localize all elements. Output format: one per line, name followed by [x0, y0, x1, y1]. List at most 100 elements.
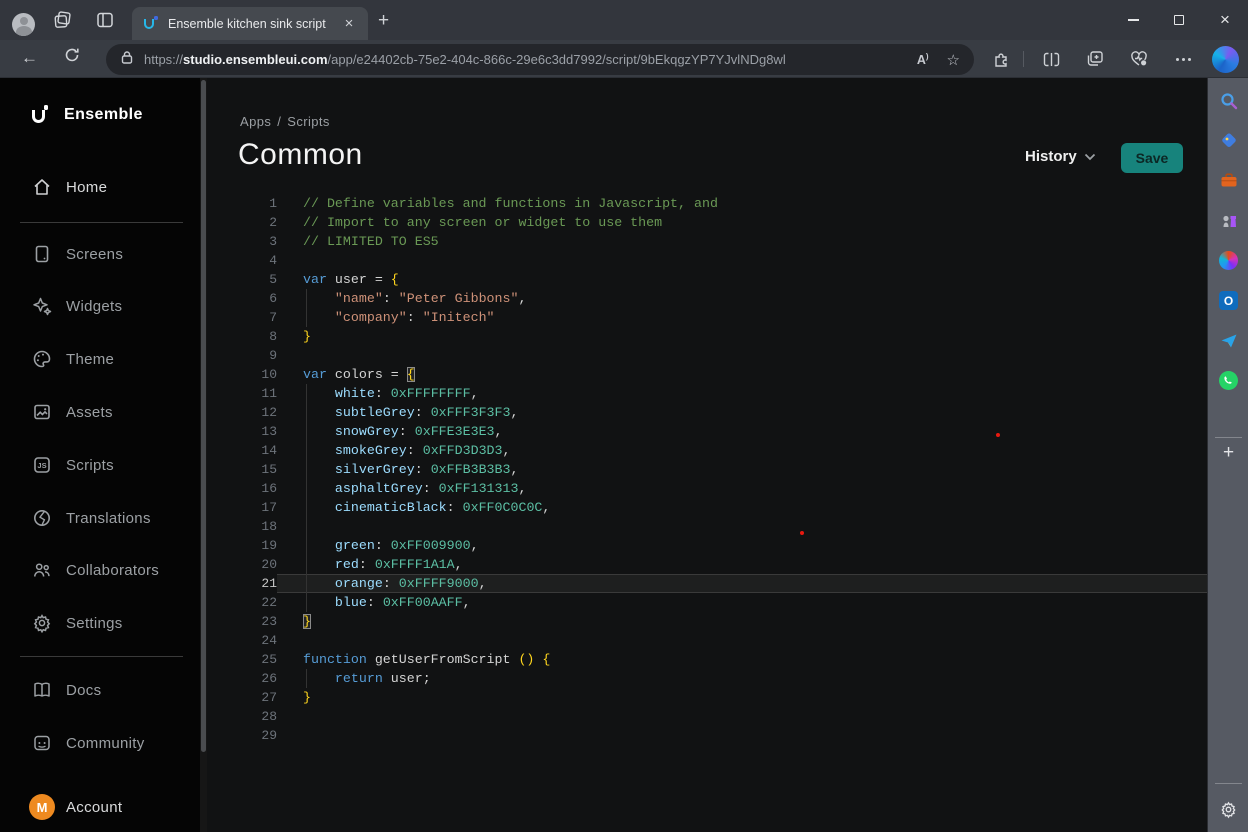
sidebar-scrollbar[interactable] [200, 78, 207, 832]
code-line[interactable]: 4 [207, 251, 1207, 270]
code-line[interactable]: 29 [207, 726, 1207, 745]
code-line[interactable]: 13 snowGrey: 0xFFE3E3E3, [207, 422, 1207, 441]
sidebar-item-theme[interactable]: Theme [0, 346, 200, 372]
code-line[interactable]: 14 smokeGrey: 0xFFD3D3D3, [207, 441, 1207, 460]
extensions-icon[interactable] [990, 47, 1014, 71]
sidebar-brand[interactable]: Ensemble [0, 102, 200, 128]
code-line[interactable]: 26 return user; [207, 669, 1207, 688]
code-line[interactable]: 12 subtleGrey: 0xFFF3F3F3, [207, 403, 1207, 422]
code-editor[interactable]: 1// Define variables and functions in Ja… [207, 194, 1207, 745]
sidebar-add-icon[interactable]: + [1218, 442, 1239, 464]
read-aloud-icon[interactable]: A) [917, 52, 929, 67]
code-line[interactable]: 27} [207, 688, 1207, 707]
line-number: 4 [207, 251, 277, 270]
sidebar-item-widgets[interactable]: Widgets [0, 293, 200, 319]
sidebar-item-assets[interactable]: Assets [0, 399, 200, 425]
sidebar-item-home[interactable]: Home [0, 174, 200, 200]
sidebar-item-docs[interactable]: Docs [0, 677, 200, 703]
sidebar-tools-icon[interactable] [1218, 170, 1239, 191]
profile-avatar-icon[interactable] [12, 13, 35, 36]
line-number: 29 [207, 726, 277, 745]
sidebar-item-community[interactable]: Community [0, 730, 200, 756]
favorite-star-icon[interactable]: ☆ [947, 51, 960, 69]
sidebar-settings-gear-icon[interactable] [1218, 799, 1239, 820]
code-line[interactable]: 11 white: 0xFFFFFFFF, [207, 384, 1207, 403]
line-number: 17 [207, 498, 277, 517]
tab-actions-icon[interactable] [96, 11, 114, 34]
theme-palette-icon [32, 349, 52, 369]
line-number: 22 [207, 593, 277, 612]
new-tab-button[interactable]: + [378, 10, 389, 32]
breadcrumb-apps[interactable]: Apps [240, 114, 271, 129]
code-line[interactable]: 7 "company": "Initech" [207, 308, 1207, 327]
line-number: 8 [207, 327, 277, 346]
settings-gear-icon [32, 613, 52, 633]
code-line[interactable]: 22 blue: 0xFF00AAFF, [207, 593, 1207, 612]
code-line[interactable]: 17 cinematicBlack: 0xFF0C0C0C, [207, 498, 1207, 517]
code-line[interactable]: 23} [207, 612, 1207, 631]
code-line[interactable]: 18 [207, 517, 1207, 536]
ensemble-logo-icon [29, 105, 49, 125]
breadcrumb-scripts[interactable]: Scripts [287, 114, 330, 129]
widgets-icon [32, 296, 52, 316]
window-minimize-button[interactable] [1110, 0, 1156, 40]
workspaces-icon[interactable] [53, 10, 73, 35]
sidebar-m365-icon[interactable] [1218, 250, 1239, 271]
code-line[interactable]: 24 [207, 631, 1207, 650]
app-sidebar: Ensemble Home Screens Widgets Theme [0, 78, 200, 832]
code-line[interactable]: 28 [207, 707, 1207, 726]
code-line[interactable]: 20 red: 0xFFFF1A1A, [207, 555, 1207, 574]
sidebar-item-settings[interactable]: Settings [0, 610, 200, 636]
url-text[interactable]: https://studio.ensembleui.com/app/e24402… [144, 52, 917, 67]
sidebar-shopping-icon[interactable] [1218, 130, 1239, 151]
sidebar-item-collaborators[interactable]: Collaborators [0, 557, 200, 583]
code-editor-lines: 1// Define variables and functions in Ja… [207, 194, 1207, 745]
code-line[interactable]: 25function getUserFromScript () { [207, 650, 1207, 669]
page-content: Ensemble Home Screens Widgets Theme [0, 78, 1248, 832]
community-discord-icon [32, 733, 52, 753]
tab-close-icon[interactable]: × [340, 15, 358, 32]
code-line[interactable]: 21 orange: 0xFFFF9000, [207, 574, 1207, 593]
code-line[interactable]: 10var colors = { [207, 365, 1207, 384]
ensemble-favicon [142, 15, 159, 32]
code-line[interactable]: 15 silverGrey: 0xFFB3B3B3, [207, 460, 1207, 479]
code-line[interactable]: 3// LIMITED TO ES5 [207, 232, 1207, 251]
window-close-button[interactable]: × [1202, 0, 1248, 40]
sidebar-item-scripts[interactable]: JS Scripts [0, 452, 200, 478]
code-line[interactable]: 8} [207, 327, 1207, 346]
sidebar-send-plane-icon[interactable] [1218, 330, 1239, 351]
collections-icon[interactable] [1083, 47, 1107, 71]
code-line[interactable]: 1// Define variables and functions in Ja… [207, 194, 1207, 213]
line-number: 9 [207, 346, 277, 365]
code-line[interactable]: 9 [207, 346, 1207, 365]
sidebar-account[interactable]: M Account [0, 794, 200, 820]
sidebar-item-translations[interactable]: Translations [0, 505, 200, 531]
lock-icon[interactable] [120, 50, 134, 70]
code-line[interactable]: 6 "name": "Peter Gibbons", [207, 289, 1207, 308]
split-screen-icon[interactable] [1039, 47, 1063, 71]
window-maximize-button[interactable] [1156, 0, 1202, 40]
line-number: 6 [207, 289, 277, 308]
sidebar-search-icon[interactable] [1218, 90, 1239, 111]
history-dropdown[interactable]: History [1025, 148, 1096, 165]
sidebar-whatsapp-icon[interactable] [1218, 370, 1239, 391]
address-bar[interactable]: https://studio.ensembleui.com/app/e24402… [106, 44, 974, 75]
line-number: 3 [207, 232, 277, 251]
scrollbar-thumb[interactable] [201, 80, 206, 752]
browser-tab[interactable]: Ensemble kitchen sink script × [132, 7, 368, 40]
sidebar-games-icon[interactable] [1218, 210, 1239, 231]
settings-more-icon[interactable] [1171, 47, 1195, 71]
sidebar-item-screens[interactable]: Screens [0, 241, 200, 267]
code-line[interactable]: 5var user = { [207, 270, 1207, 289]
svg-text:JS: JS [37, 461, 46, 470]
copilot-icon[interactable] [1212, 46, 1239, 73]
line-number: 11 [207, 384, 277, 403]
code-line[interactable]: 19 green: 0xFF009900, [207, 536, 1207, 555]
save-button[interactable]: Save [1121, 143, 1183, 173]
code-line[interactable]: 16 asphaltGrey: 0xFF131313, [207, 479, 1207, 498]
browser-essentials-icon[interactable] [1127, 47, 1151, 71]
sidebar-outlook-icon[interactable]: O [1218, 290, 1239, 311]
refresh-button[interactable] [63, 46, 81, 69]
back-button[interactable]: ← [21, 48, 38, 68]
code-line[interactable]: 2// Import to any screen or widget to us… [207, 213, 1207, 232]
